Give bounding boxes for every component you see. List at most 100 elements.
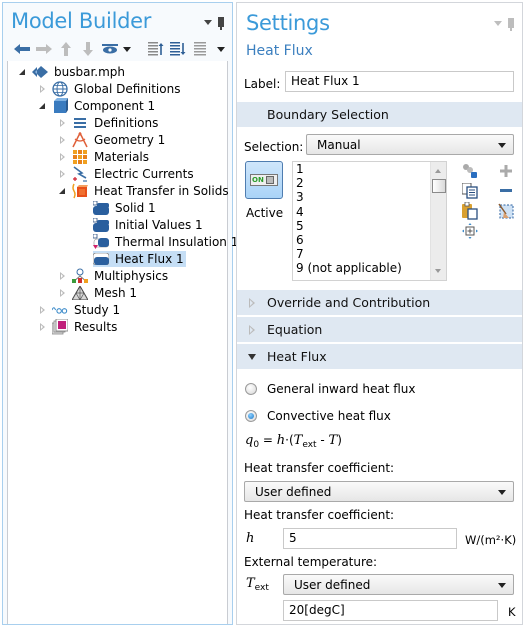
- settings-title: Settings: [246, 11, 330, 35]
- paste-selection-icon[interactable]: [461, 202, 479, 220]
- component-icon: [52, 97, 68, 114]
- tree-node-component-1[interactable]: Component 1: [37, 97, 157, 114]
- tree-node-geometry-1[interactable]: Geometry 1: [57, 131, 167, 148]
- section-title: Heat Flux: [267, 349, 327, 364]
- expand-all-icon[interactable]: [167, 41, 189, 57]
- add-icon[interactable]: [497, 162, 515, 180]
- radio-general-inward-heat-flux[interactable]: General inward heat flux: [245, 382, 416, 396]
- pin-icon[interactable]: [508, 18, 514, 31]
- selection-dropdown[interactable]: Manual: [306, 134, 514, 155]
- label-caption: Label:: [244, 77, 281, 91]
- results-icon: [52, 318, 68, 335]
- ext-temp-input[interactable]: 20[degC]: [283, 600, 498, 621]
- ext-temp-dropdown[interactable]: User defined: [283, 574, 514, 595]
- expand-closed-icon[interactable]: [57, 271, 67, 281]
- scroll-thumb[interactable]: [432, 179, 446, 193]
- tree-node-multiphysics[interactable]: Multiphysics: [57, 267, 170, 284]
- expand-closed-icon[interactable]: [57, 118, 67, 128]
- heat-flux-equation: q0 = h·(Text - T): [245, 433, 342, 450]
- boundary-node-icon: [93, 250, 113, 267]
- ext-temp-caption: External temperature:: [244, 555, 378, 569]
- tree-node-heat-flux-1[interactable]: Heat Flux 1: [93, 250, 186, 267]
- show-dropdown-icon[interactable]: [121, 41, 133, 57]
- boundary-node-icon: [93, 233, 109, 250]
- section-equation[interactable]: Equation: [237, 317, 522, 342]
- h-value-input[interactable]: 5: [283, 528, 457, 549]
- tree-node-electric-currents[interactable]: Electric Currents: [57, 165, 196, 182]
- tree-node-initial-values-1[interactable]: Initial Values 1: [93, 216, 205, 233]
- clear-selection-icon[interactable]: [497, 202, 515, 220]
- tree-node-busbar[interactable]: busbar.mph: [17, 63, 127, 80]
- expand-closed-icon[interactable]: [57, 152, 67, 162]
- arrow-down-icon[interactable]: [77, 41, 99, 57]
- expand-closed-icon[interactable]: [57, 288, 67, 298]
- arrow-up-icon[interactable]: [55, 41, 77, 57]
- expand-closed-icon[interactable]: [37, 322, 47, 332]
- list-item[interactable]: 1: [293, 162, 446, 176]
- list-item[interactable]: 6: [293, 233, 446, 247]
- tree-node-study-1[interactable]: Study 1: [37, 301, 122, 318]
- tree-node-solid-1[interactable]: Solid 1: [93, 199, 158, 216]
- expand-closed-icon[interactable]: [57, 135, 67, 145]
- tree-node-thermal-insulation-1[interactable]: Thermal Insulation 1: [93, 233, 240, 250]
- h-symbol: h: [246, 531, 255, 546]
- htc-dropdown[interactable]: User defined: [244, 481, 514, 502]
- list-item[interactable]: 2: [293, 176, 446, 190]
- tree-node-materials[interactable]: Materials: [57, 148, 151, 165]
- active-toggle-button[interactable]: ON: [245, 161, 283, 199]
- expand-closed-icon[interactable]: [57, 169, 67, 179]
- panel-menu-icon[interactable]: [204, 19, 212, 25]
- copy-selection-icon[interactable]: [461, 182, 479, 200]
- tree-node-mesh-1[interactable]: Mesh 1: [57, 284, 139, 301]
- zoom-to-selection-icon[interactable]: [461, 222, 479, 240]
- section-override-and-contribution[interactable]: Override and Contribution: [237, 290, 522, 315]
- arrow-right-icon[interactable]: [33, 41, 55, 57]
- eye-icon[interactable]: [99, 41, 121, 57]
- multiphysics-icon: [72, 268, 88, 284]
- list-icon[interactable]: [189, 41, 211, 57]
- htc-value-caption: Heat transfer coefficient:: [244, 508, 395, 522]
- settings-panel: Settings Heat Flux Label: Heat Flux 1 Bo…: [236, 2, 523, 625]
- tree-node-global-definitions[interactable]: Global Definitions: [37, 80, 182, 97]
- radio-button[interactable]: [245, 383, 257, 395]
- expand-closed-icon[interactable]: [37, 84, 47, 94]
- radio-convective-heat-flux[interactable]: Convective heat flux: [245, 409, 391, 423]
- list-scrollbar[interactable]: [430, 162, 446, 280]
- expand-open-icon: [248, 353, 256, 360]
- pin-icon[interactable]: [218, 17, 224, 30]
- boundary-list[interactable]: 1 2 3 4 5 6 7 9 (not applicable): [292, 161, 447, 281]
- collapse-all-icon[interactable]: [145, 41, 167, 57]
- mesh-icon: [72, 285, 88, 301]
- panel-controls: [494, 18, 514, 31]
- heat-transfer-icon: [72, 183, 88, 199]
- expand-open-icon[interactable]: [17, 67, 27, 77]
- list-item[interactable]: 3: [293, 190, 446, 204]
- on-switch-icon: ON: [250, 174, 278, 186]
- label-input[interactable]: Heat Flux 1: [285, 71, 514, 92]
- arrow-left-icon[interactable]: [11, 41, 33, 57]
- list-item[interactable]: 7: [293, 247, 446, 261]
- expand-open-icon[interactable]: [57, 186, 67, 196]
- section-heat-flux[interactable]: Heat Flux: [237, 344, 522, 369]
- tree-node-heat-transfer-in-solids[interactable]: Heat Transfer in Solids: [57, 182, 231, 199]
- list-item[interactable]: 4: [293, 205, 446, 219]
- tree-node-definitions[interactable]: Definitions: [57, 114, 160, 131]
- definitions-icon: [72, 115, 88, 131]
- expand-open-icon[interactable]: [37, 101, 47, 111]
- chevron-down-icon: [498, 143, 506, 148]
- radio-button[interactable]: [245, 410, 257, 422]
- create-selection-icon[interactable]: [461, 162, 479, 180]
- selection-caption: Selection:: [244, 140, 304, 154]
- section-boundary-selection[interactable]: Boundary Selection: [237, 102, 522, 127]
- more-dropdown-icon[interactable]: [215, 41, 227, 57]
- panel-menu-icon[interactable]: [494, 20, 502, 26]
- list-item[interactable]: 9 (not applicable): [293, 261, 446, 275]
- tree-node-results[interactable]: Results: [37, 318, 119, 335]
- model-builder-toolbar: [11, 41, 227, 57]
- h-unit: W/(m²·K): [465, 533, 517, 547]
- scroll-down-icon[interactable]: [435, 269, 441, 273]
- scroll-up-icon[interactable]: [435, 169, 441, 173]
- remove-icon[interactable]: [497, 182, 515, 200]
- list-item[interactable]: 5: [293, 219, 446, 233]
- expand-closed-icon[interactable]: [37, 305, 47, 315]
